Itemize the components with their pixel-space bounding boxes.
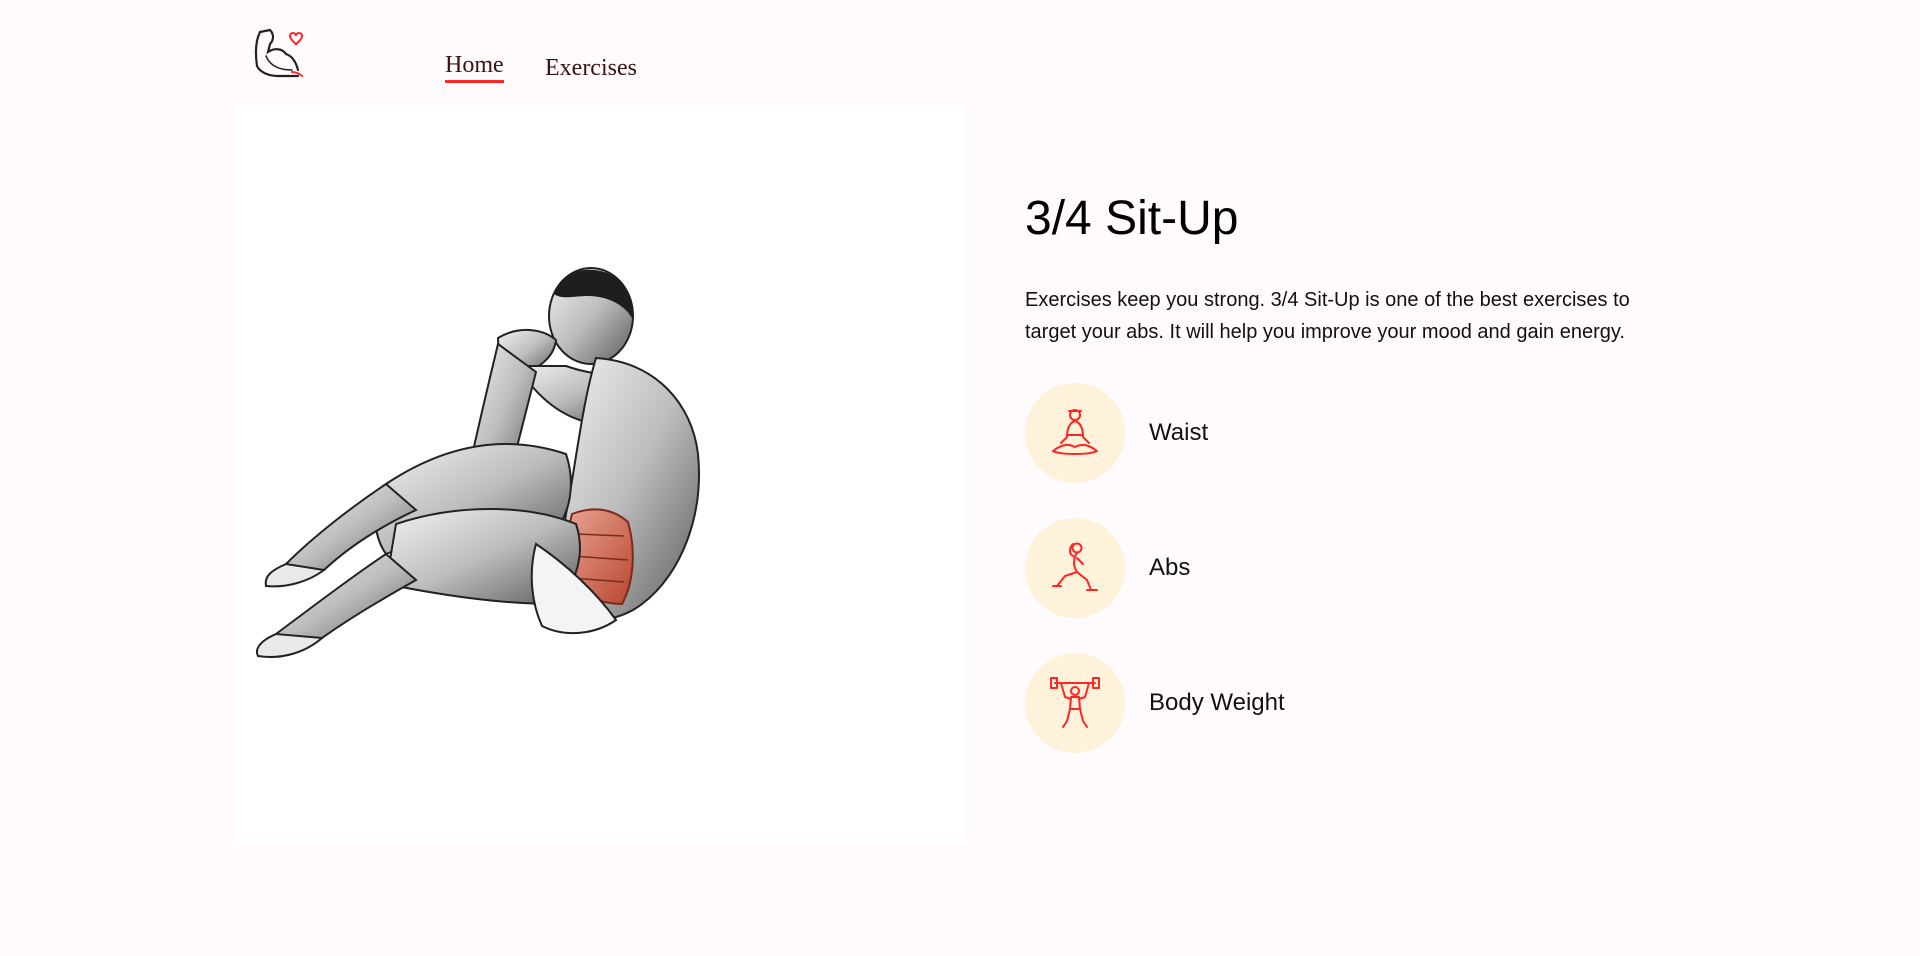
- meditation-pose-icon: [1052, 409, 1098, 455]
- nav-home-link[interactable]: Home: [445, 51, 504, 83]
- exercise-image: [236, 104, 966, 844]
- anatomy-sit-up-illustration: [256, 267, 700, 658]
- tag-abs: Abs: [1025, 518, 1525, 618]
- exercise-title: 3/4 Sit-Up: [1025, 192, 1239, 245]
- tag-icon-circle: [1025, 518, 1125, 618]
- tag-body-weight: Body Weight: [1025, 653, 1525, 753]
- nav-exercises-link[interactable]: Exercises: [545, 54, 637, 82]
- tag-icon-circle: [1025, 383, 1125, 483]
- tag-label: Abs: [1149, 554, 1191, 581]
- tag-waist: Waist: [1025, 383, 1525, 483]
- navbar: Home Exercises: [0, 0, 1920, 100]
- exercise-description: Exercises keep you strong. 3/4 Sit-Up is…: [1025, 289, 1630, 343]
- lunge-pose-icon: [1052, 542, 1098, 591]
- tag-label: Body Weight: [1149, 689, 1285, 716]
- weightlifter-icon: [1050, 677, 1100, 728]
- tag-label: Waist: [1149, 419, 1209, 446]
- logo-link[interactable]: [252, 26, 308, 82]
- tag-icon-circle: [1025, 653, 1125, 753]
- exercise-detail: 3/4 Sit-Up Exercises keep you strong. 3/…: [1025, 190, 1665, 753]
- flexed-arm-heart-icon: [254, 28, 304, 78]
